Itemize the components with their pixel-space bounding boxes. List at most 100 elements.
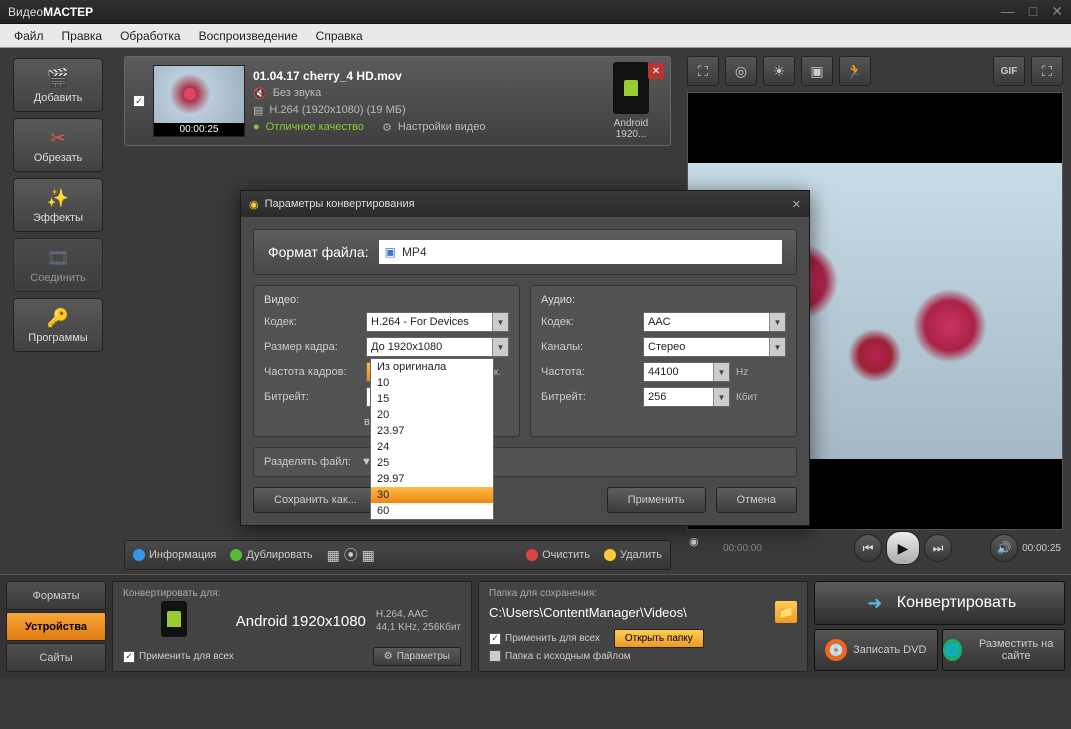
gif-button[interactable]: GIF — [993, 56, 1025, 86]
globe-icon: 🌐 — [943, 639, 963, 661]
file-quality: Отличное качество — [266, 121, 364, 133]
speaker-mute-icon: 🔇 — [253, 87, 267, 100]
video-codec-select[interactable]: H.264 - For Devices▼ — [366, 312, 509, 332]
delete-icon — [604, 549, 616, 561]
maximize-icon[interactable]: □ — [1029, 3, 1037, 20]
dialog-close-icon[interactable]: ✕ — [792, 198, 801, 211]
menu-edit[interactable]: Правка — [54, 27, 111, 45]
fps-option[interactable]: 25 — [371, 455, 493, 471]
file-format-select[interactable]: ▣MP4 — [379, 240, 782, 264]
file-checkbox[interactable]: ✓ — [133, 95, 145, 107]
dvd-icon: 💿 — [825, 639, 847, 661]
app-title-prefix: Видео — [8, 5, 43, 19]
save-folder-panel: Папка для сохранения: C:\Users\ContentMa… — [478, 581, 808, 672]
convert-for-panel: Конвертировать для: Android 1920x1080 H.… — [112, 581, 472, 672]
speed-tool-icon[interactable]: 🏃 — [839, 56, 871, 86]
sidebar-cut-label: Обрезать — [34, 152, 83, 164]
frame-tool-icon[interactable]: ▣ — [801, 56, 833, 86]
brightness-tool-icon[interactable]: ☀ — [763, 56, 795, 86]
burn-dvd-button[interactable]: 💿Записать DVD — [814, 629, 938, 671]
snapshot-icon[interactable]: ◉ — [689, 535, 715, 561]
file-thumbnail[interactable]: 00:00:25 — [153, 65, 245, 137]
fps-option[interactable]: 24 — [371, 439, 493, 455]
apply-all-checkbox[interactable]: ✓Применить для всех — [123, 651, 234, 663]
apply-all-checkbox-2[interactable]: ✓Применить для всех — [489, 633, 600, 645]
quality-good-icon: ● — [253, 121, 260, 133]
prev-button[interactable]: ⏮ — [854, 534, 882, 562]
save-as-button[interactable]: Сохранить как... — [253, 487, 378, 513]
dialog-title: Параметры конвертирования — [265, 198, 415, 210]
remove-file-button[interactable]: ✕ — [648, 63, 664, 79]
source-folder-checkbox[interactable]: Папка с исходным файлом — [489, 650, 797, 662]
cancel-button[interactable]: Отмена — [716, 487, 797, 513]
fps-option[interactable]: 10 — [371, 375, 493, 391]
device-label: Android 1920... — [614, 118, 648, 140]
gear-icon[interactable]: ⚙ — [382, 121, 392, 134]
audio-codec-select[interactable]: AAC▼ — [643, 312, 786, 332]
sidebar-effects[interactable]: ✨Эффекты — [13, 178, 103, 232]
params-button[interactable]: ⚙Параметры — [373, 647, 461, 666]
duplicate-button[interactable]: Дублировать — [230, 549, 312, 561]
volume-icon[interactable]: 🔊 — [990, 534, 1018, 562]
tab-formats[interactable]: Форматы — [6, 581, 106, 610]
next-button[interactable]: ⏭ — [924, 534, 952, 562]
sidebar-join[interactable]: 🎞Соединить — [13, 238, 103, 292]
clear-icon — [526, 549, 538, 561]
fps-option[interactable]: 29.97 — [371, 471, 493, 487]
audio-heading: Аудио: — [541, 294, 786, 306]
sidebar-add[interactable]: 🎬Добавить — [13, 58, 103, 112]
file-card[interactable]: ✓ 00:00:25 01.04.17 cherry_4 HD.mov 🔇Без… — [124, 56, 671, 146]
play-button[interactable]: ▶ — [886, 531, 920, 565]
time-total: 00:00:25 — [1022, 543, 1061, 554]
bottom-panel: Форматы Устройства Сайты Конвертировать … — [0, 574, 1071, 678]
film-icon: ▤ — [253, 104, 263, 117]
minimize-icon[interactable]: — — [1001, 3, 1015, 20]
fps-option[interactable]: 20 — [371, 407, 493, 423]
audio-freq-select[interactable]: 44100▼ — [643, 362, 730, 382]
info-button[interactable]: Информация — [133, 549, 216, 561]
frame-size-select[interactable]: До 1920x1080▼ — [366, 337, 509, 357]
open-folder-button[interactable]: Открыть папку — [614, 629, 704, 648]
fps-option[interactable]: 15 — [371, 391, 493, 407]
tab-devices[interactable]: Устройства — [6, 612, 106, 641]
file-name: 01.04.17 cherry_4 HD.mov — [253, 69, 592, 83]
title-bar: ВидеоМАСТЕР — □ ✕ — [0, 0, 1071, 24]
delete-button[interactable]: Удалить — [604, 549, 662, 561]
close-icon[interactable]: ✕ — [1051, 3, 1063, 20]
menu-help[interactable]: Справка — [308, 27, 371, 45]
fps-option[interactable]: Из оригинала — [371, 359, 493, 375]
fps-dropdown-list[interactable]: Из оригинала10152023.97242529.973060 — [370, 358, 494, 520]
publish-button[interactable]: 🌐Разместить на сайте — [942, 629, 1066, 671]
time-current: 00:00:00 — [723, 543, 762, 554]
view-toggle[interactable]: ▦ ⦿ ▦ — [327, 545, 375, 565]
fps-option[interactable]: 23.97 — [371, 423, 493, 439]
sidebar-programs[interactable]: 🔑Программы — [13, 298, 103, 352]
clear-button[interactable]: Очистить — [526, 549, 590, 561]
audio-channels-select[interactable]: Стерео▼ — [643, 337, 786, 357]
tab-sites[interactable]: Сайты — [6, 643, 106, 672]
fps-option[interactable]: 60 — [371, 503, 493, 519]
gear-icon: ⚙ — [384, 651, 393, 662]
android-icon — [624, 80, 638, 96]
audio-params-group: Аудио: Кодек:AAC▼ Каналы:Стерео▼ Частота… — [530, 285, 797, 437]
menu-process[interactable]: Обработка — [112, 27, 189, 45]
browse-folder-icon[interactable]: 📁 — [775, 601, 797, 623]
convert-arrow-icon: ➜ — [863, 591, 887, 615]
crop-tool-icon[interactable]: ⛶ — [687, 56, 719, 86]
menu-playback[interactable]: Воспроизведение — [191, 27, 306, 45]
convert-button[interactable]: ➜ Конвертировать — [814, 581, 1065, 625]
fullscreen-icon[interactable]: ⛶ — [1031, 56, 1063, 86]
sidebar-cut[interactable]: ✂Обрезать — [13, 118, 103, 172]
convert-for-label: Конвертировать для: — [123, 588, 461, 599]
rotate-tool-icon[interactable]: ◎ — [725, 56, 757, 86]
sidebar-effects-label: Эффекты — [33, 212, 83, 224]
video-heading: Видео: — [264, 294, 509, 306]
menu-file[interactable]: Файл — [6, 27, 52, 45]
menu-bar: Файл Правка Обработка Воспроизведение Сп… — [0, 24, 1071, 48]
split-file-label: Разделять файл: — [264, 456, 351, 468]
fps-option[interactable]: 30 — [371, 487, 493, 503]
audio-bitrate-select[interactable]: 256▼ — [643, 387, 730, 407]
apply-button[interactable]: Применить — [607, 487, 706, 513]
file-settings-link[interactable]: Настройки видео — [398, 121, 486, 133]
dialog-icon: ◉ — [249, 198, 259, 211]
